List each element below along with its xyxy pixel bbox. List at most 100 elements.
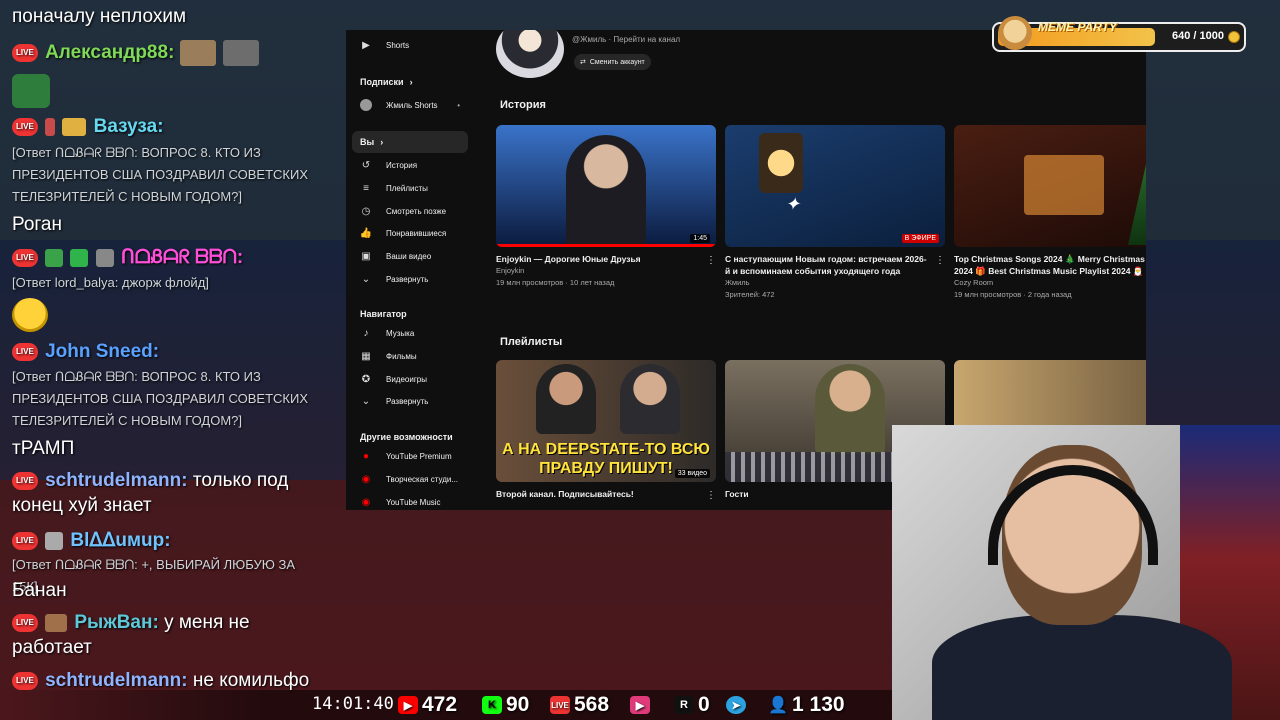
video-thumbnail[interactable] [954, 125, 1146, 247]
video-title[interactable]: С наступающим Новым годом: встречаем 202… [725, 253, 930, 277]
sidebar-item-youtube-premium[interactable]: ● YouTube Premium [352, 445, 468, 467]
emote-icon [45, 613, 68, 632]
sidebar-item-expand[interactable]: ⌄ Развернуть [352, 268, 468, 290]
sidebar-item-you[interactable]: Вы › [352, 131, 468, 153]
sidebar-item-youtube-music[interactable]: ◉ YouTube Music [352, 491, 468, 510]
sidebar-item-label: Жмиль Shorts [386, 100, 438, 110]
playlist-card[interactable]: А НА DEEPSTATE-ТО ВСЮ ПРАВДУ ПИШУТ! 33 в… [496, 360, 716, 501]
emote-icon [222, 40, 259, 66]
reply-quote: [Ответ lord_balya: джорж флойд] [12, 275, 209, 290]
sidebar-item-playlists[interactable]: ≡ Плейлисты [352, 177, 468, 199]
sidebar-item-history[interactable]: ↺ История [352, 154, 468, 176]
chevron-right-icon: › [409, 77, 413, 87]
chat-message: LIVE Blᐃᐃuмuр: [12, 528, 332, 553]
channel-handle-link[interactable]: @Жмиль · Перейти на канал [572, 35, 680, 44]
playlist-title[interactable]: Второй канал. Подписывайтесь! [496, 488, 701, 500]
chat-text: Роган [12, 214, 62, 235]
more-options-icon[interactable]: ⋮ [706, 255, 716, 266]
stream-clock: 14:01:40 [312, 694, 394, 714]
channel-name[interactable]: Enjoykin [496, 265, 716, 277]
chat-message: Роган [12, 212, 332, 237]
sidebar-item-subscription-channel[interactable]: Жмиль Shorts • [352, 94, 468, 116]
video-title[interactable]: Enjoykin — Дорогие Юные Друзья [496, 253, 701, 265]
channel-name[interactable]: Cozy Room [954, 277, 1146, 289]
sidebar-item-label: Смотреть позже [386, 206, 447, 216]
live-badge: LIVE [12, 248, 38, 267]
emote-icon [45, 531, 64, 550]
studio-icon: ◉ [361, 473, 371, 485]
rutube-icon: R [674, 696, 694, 714]
thumbnail-lantern [759, 133, 803, 193]
more-options-icon[interactable]: ⋮ [935, 255, 945, 266]
chat-message: LIVE schtrudelmann: только под конец хуй… [12, 468, 332, 518]
video-thumbnail[interactable]: 1:45 [496, 125, 716, 247]
sidebar-item-label: YouTube Premium [386, 451, 452, 461]
sidebar-item-label: Ваши видео [386, 251, 432, 261]
chevron-right-icon: › [380, 137, 384, 147]
twitch-viewers: ▶ [630, 692, 654, 718]
kick-viewer-count: 90 [506, 693, 530, 716]
video-thumbnail[interactable]: ✦ В ЭФИРЕ [725, 125, 945, 247]
chevron-down-icon: ⌄ [361, 395, 371, 407]
video-icon: ▣ [361, 250, 371, 262]
youtube-premium-icon: ● [362, 450, 370, 462]
live-badge: LIVE [12, 471, 38, 490]
sidebar-item-label: YouTube Music [386, 497, 441, 507]
emote-icon [62, 117, 87, 136]
history-video-card[interactable]: Top Christmas Songs 2024 🎄 Merry Christm… [954, 125, 1146, 301]
sidebar-item-music[interactable]: ♪ Музыка [352, 322, 468, 344]
kick-icon: K [482, 696, 502, 714]
sidebar-item-creator-studio[interactable]: ◉ Творческая студи... [352, 468, 468, 490]
sidebar-item-your-videos[interactable]: ▣ Ваши видео [352, 245, 468, 267]
playlists-section-title: Плейлисты [500, 336, 563, 348]
playlist-thumbnail[interactable]: А НА DEEPSTATE-ТО ВСЮ ПРАВДУ ПИШУТ! 33 в… [496, 360, 716, 482]
switch-account-label: Сменить аккаунт [589, 58, 645, 66]
meme-party-bar: MEME PARTY 640 / 1000 [992, 16, 1246, 52]
chat-message: LIVE ᑎᗝᏰᗩᖇ ᗷᗷᑎ: [12, 245, 332, 270]
clock-icon: ◷ [361, 205, 371, 217]
gamepad-icon: ✪ [361, 373, 371, 385]
youtube-icon: ▶ [398, 696, 418, 714]
sidebar-item-shorts[interactable]: ▶ Shorts [352, 34, 468, 56]
switch-account-icon: ⇄ [580, 59, 586, 66]
sidebar-item-watch-later[interactable]: ◷ Смотреть позже [352, 200, 468, 222]
sidebar-item-label: Подписки [360, 77, 404, 87]
meme-party-label: MEME PARTY [1038, 20, 1117, 34]
sidebar-item-label: Видеоигры [386, 374, 427, 384]
chat-text: тРАМП [12, 438, 75, 459]
youtube-music-icon: ◉ [361, 496, 371, 508]
chat-message: поначалу неплохим [12, 4, 332, 29]
total-viewer-count: 1 130 [792, 693, 845, 716]
music-note-icon: ♪ [363, 327, 369, 339]
sidebar-item-subscriptions[interactable]: Подписки › [352, 71, 468, 93]
sidebar-item-liked[interactable]: 👍 Понравившиеся [352, 222, 468, 244]
more-options-icon[interactable]: ⋮ [706, 490, 716, 501]
sidebar-item-label: Вы [360, 137, 375, 147]
sidebar-item-games[interactable]: ✪ Видеоигры [352, 368, 468, 390]
streamer-body [932, 615, 1232, 720]
history-video-card[interactable]: ✦ В ЭФИРЕ С наступающим Новым годом: вст… [725, 125, 945, 301]
playlist-icon: ≡ [363, 182, 369, 194]
video-title[interactable]: Top Christmas Songs 2024 🎄 Merry Christm… [954, 253, 1146, 277]
navigator-heading: Навигатор [360, 309, 407, 319]
channel-name[interactable]: Жмиль [725, 277, 945, 289]
live-badge: LIVE [12, 613, 38, 632]
youtube-sidebar: ▶ Shorts Подписки › Жмиль Shorts • Вы › … [346, 30, 476, 510]
history-video-card[interactable]: 1:45 Enjoykin — Дорогие Юные Друзья Enjo… [496, 125, 716, 289]
doge-icon [998, 16, 1032, 50]
video-duration: 1:45 [690, 234, 710, 243]
channel-avatar[interactable] [496, 30, 564, 78]
chat-nick: schtrudelmann: [45, 470, 188, 491]
thumbnail-person [620, 364, 680, 434]
youtube-viewers: ▶ 472 [398, 692, 457, 718]
sidebar-item-expand-navigator[interactable]: ⌄ Развернуть [352, 390, 468, 412]
emote-icon [45, 117, 56, 136]
shorts-icon: ▶ [362, 39, 370, 51]
sidebar-item-movies[interactable]: ▦ Фильмы [352, 345, 468, 367]
playlist-count: 33 видео [674, 469, 710, 478]
chat-message: LIVE John Sneed: [12, 339, 332, 364]
switch-account-button[interactable]: ⇄ Сменить аккаунт [574, 54, 651, 70]
chat-message: LIVE РыжВан: у меня не работает [12, 610, 332, 660]
thumbnail-tree [1128, 155, 1146, 245]
chat-nick: Вазуза: [93, 116, 164, 137]
